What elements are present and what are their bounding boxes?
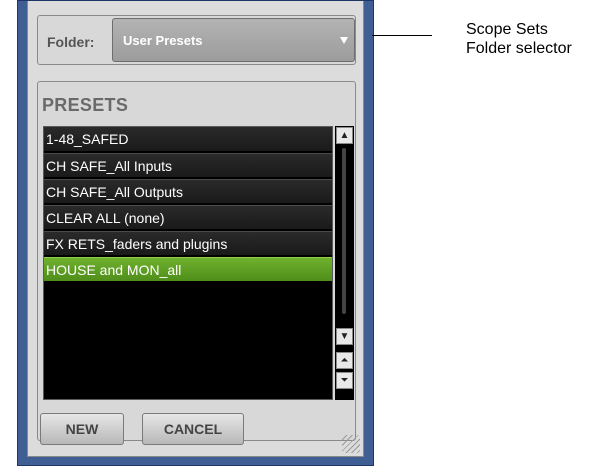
list-item[interactable]: CH SAFE_All Inputs	[44, 153, 332, 177]
page-up-icon[interactable]: ⏶	[336, 352, 353, 369]
presets-scrollbar[interactable]: ▲ ▼ ⏶ ⏷	[335, 126, 354, 400]
callout-line-2: Folder selector	[466, 40, 572, 57]
cancel-button[interactable]: CANCEL	[142, 413, 244, 445]
callout-leader-line	[372, 35, 432, 36]
callout-line-1: Scope Sets	[466, 21, 548, 38]
panel-body: Folder: User Presets PRESETS 1-48_SAFED …	[27, 1, 364, 457]
new-button[interactable]: NEW	[40, 413, 124, 445]
scroll-down-icon[interactable]: ▼	[336, 328, 353, 345]
list-item[interactable]: 1-48_SAFED	[44, 127, 332, 151]
presets-group: PRESETS 1-48_SAFED CH SAFE_All Inputs CH…	[37, 81, 356, 441]
presets-heading: PRESETS	[42, 95, 129, 115]
folder-label: Folder:	[47, 34, 95, 50]
list-item-selected[interactable]: HOUSE and MON_all	[44, 257, 332, 281]
folder-selector[interactable]: User Presets	[112, 18, 355, 62]
resize-grip-icon[interactable]	[342, 435, 360, 453]
chevron-down-icon	[340, 37, 348, 44]
folder-group: Folder: User Presets	[37, 15, 356, 65]
scope-sets-panel: Folder: User Presets PRESETS 1-48_SAFED …	[17, 0, 374, 466]
scroll-up-icon[interactable]: ▲	[336, 127, 353, 144]
list-item[interactable]: CH SAFE_All Outputs	[44, 179, 332, 203]
folder-selected-value: User Presets	[123, 33, 203, 48]
presets-list: 1-48_SAFED CH SAFE_All Inputs CH SAFE_Al…	[43, 126, 333, 400]
scroll-track[interactable]	[342, 148, 346, 314]
list-item[interactable]: CLEAR ALL (none)	[44, 205, 332, 229]
page-down-icon[interactable]: ⏷	[336, 372, 353, 389]
callout-label: Scope Sets Folder selector	[466, 20, 572, 58]
list-item[interactable]: FX RETS_faders and plugins	[44, 231, 332, 255]
